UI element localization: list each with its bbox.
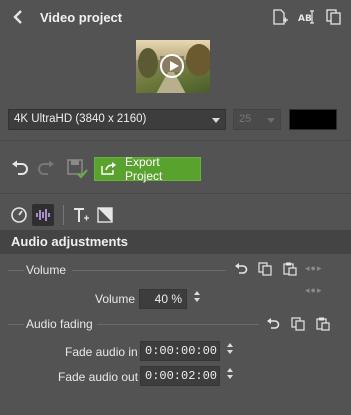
volume-stepper[interactable] bbox=[194, 291, 202, 302]
play-circle-icon[interactable] bbox=[160, 54, 184, 78]
group-line bbox=[97, 324, 259, 325]
save-icon bbox=[66, 157, 88, 184]
group-line bbox=[72, 270, 226, 271]
divider bbox=[0, 193, 351, 194]
duplicate-icon[interactable] bbox=[325, 8, 343, 31]
volume-label: Volume bbox=[95, 292, 136, 306]
export-project-button[interactable]: Export Project bbox=[94, 155, 201, 183]
new-file-icon[interactable] bbox=[271, 8, 289, 31]
panel-title: Video project bbox=[40, 10, 123, 25]
header-icons: AB bbox=[271, 8, 343, 31]
svg-text:AB: AB bbox=[298, 14, 312, 24]
fade-out-label: Fade audio out bbox=[58, 370, 139, 384]
reset-icon[interactable] bbox=[234, 262, 248, 281]
audio-waveform-icon bbox=[35, 207, 51, 228]
group-line bbox=[8, 324, 24, 325]
toolbar-separator bbox=[63, 205, 64, 225]
background-color-swatch[interactable] bbox=[289, 109, 337, 130]
copy-icon[interactable] bbox=[258, 262, 272, 281]
export-icon bbox=[101, 161, 117, 178]
group-line bbox=[8, 270, 24, 271]
audio-fading-group-label: Audio fading bbox=[26, 317, 93, 331]
video-thumbnail[interactable] bbox=[136, 40, 210, 93]
fade-out-input[interactable]: 0:00:02:00 bbox=[140, 366, 220, 386]
undo-icon[interactable] bbox=[10, 160, 30, 181]
speedometer-icon[interactable] bbox=[10, 206, 28, 229]
fps-select: 25 bbox=[233, 109, 281, 130]
audio-adjustments-header: Audio adjustments bbox=[0, 230, 351, 254]
reset-icon[interactable] bbox=[266, 317, 280, 336]
volume-input[interactable]: 40 % bbox=[139, 289, 187, 309]
chevron-left-icon[interactable] bbox=[13, 10, 23, 29]
keyframe-nav-icon[interactable]: ◂●▸ bbox=[305, 263, 322, 274]
fade-in-stepper[interactable] bbox=[227, 343, 235, 354]
fade-out-stepper[interactable] bbox=[227, 368, 235, 379]
color-adjust-icon[interactable] bbox=[96, 206, 114, 229]
section-title: Audio adjustments bbox=[11, 234, 129, 249]
audio-waveform-tab[interactable] bbox=[32, 204, 54, 226]
fps-value: 25 bbox=[239, 113, 252, 125]
keyframe-nav-icon[interactable]: ◂●▸ bbox=[305, 285, 322, 296]
text-tool-icon[interactable] bbox=[72, 206, 90, 229]
resolution-select[interactable]: 4K UltraHD (3840 x 2160) bbox=[8, 109, 226, 130]
copy-icon[interactable] bbox=[291, 317, 305, 336]
export-label: Export Project bbox=[125, 155, 163, 183]
rename-icon[interactable]: AB bbox=[297, 8, 317, 31]
paste-icon[interactable] bbox=[316, 317, 330, 336]
dropdown-arrow-icon bbox=[212, 118, 220, 123]
fade-in-label: Fade audio in bbox=[65, 345, 138, 359]
volume-group-label: Volume bbox=[26, 263, 67, 277]
resolution-value: 4K UltraHD (3840 x 2160) bbox=[14, 113, 147, 125]
divider bbox=[0, 140, 351, 141]
fade-in-input[interactable]: 0:00:00:00 bbox=[140, 341, 220, 361]
dropdown-arrow-icon bbox=[267, 118, 275, 123]
paste-icon[interactable] bbox=[283, 262, 297, 281]
redo-icon bbox=[36, 160, 56, 181]
